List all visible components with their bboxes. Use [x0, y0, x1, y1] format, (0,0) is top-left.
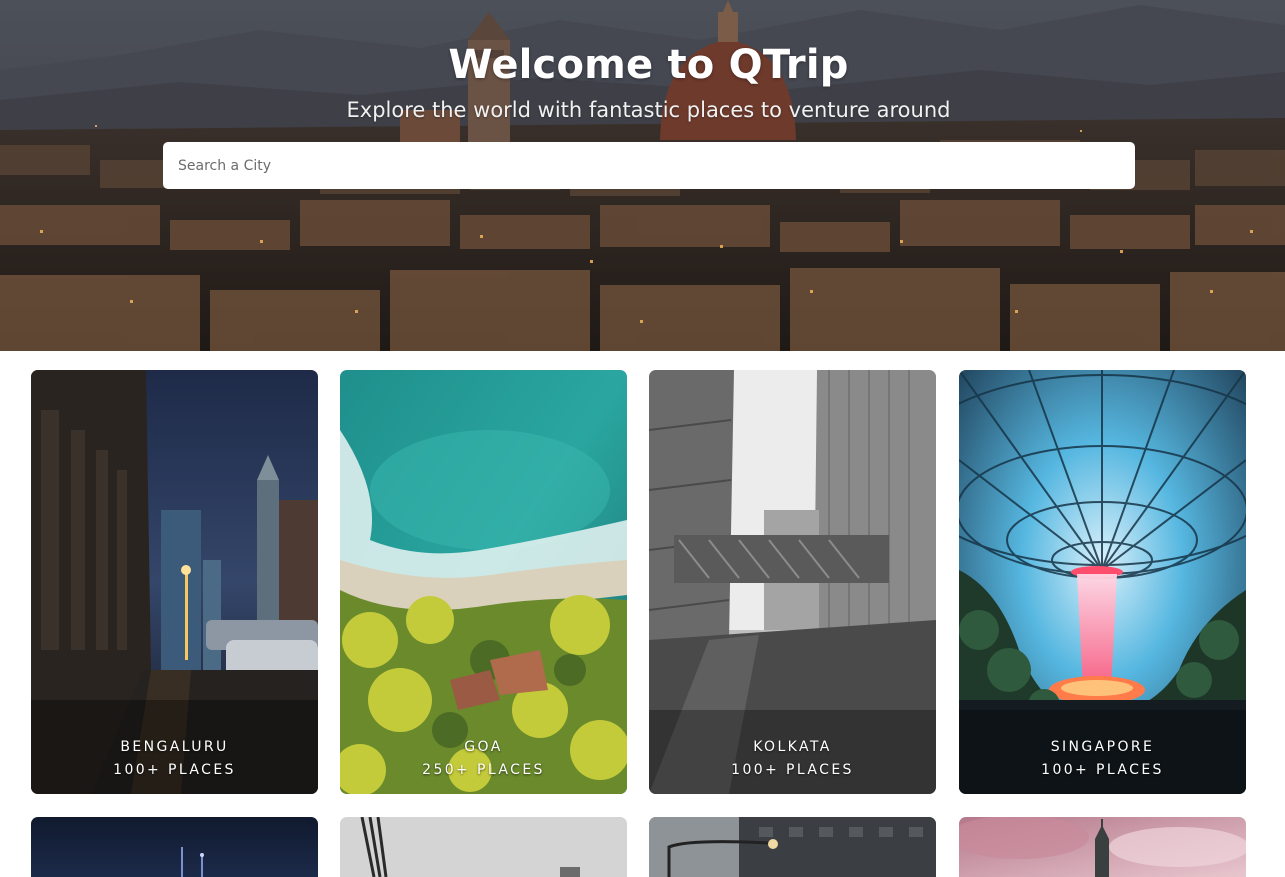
city-card-row2-3[interactable] — [649, 817, 936, 877]
city-image — [340, 817, 627, 877]
city-card-row2-4[interactable] — [959, 817, 1246, 877]
city-image — [649, 817, 936, 877]
city-image-kolkata — [649, 370, 936, 794]
city-caption: GOA 250+ PLACES — [340, 736, 627, 782]
city-card-row2-1[interactable] — [31, 817, 318, 877]
city-name: SINGAPORE — [1050, 739, 1155, 755]
city-image-bengaluru — [31, 370, 318, 794]
hero-subtitle: Explore the world with fantastic places … — [346, 98, 951, 122]
city-image — [31, 817, 318, 877]
city-places-count: 100+ PLACES — [113, 762, 236, 778]
city-places-count: 100+ PLACES — [731, 762, 854, 778]
city-name: KOLKATA — [753, 739, 832, 755]
city-image-goa — [340, 370, 627, 794]
hero-banner: Welcome to QTrip Explore the world with … — [0, 0, 1285, 351]
city-name: BENGALURU — [120, 739, 229, 755]
city-caption: KOLKATA 100+ PLACES — [649, 736, 936, 782]
city-card-kolkata[interactable]: KOLKATA 100+ PLACES — [649, 370, 936, 794]
city-card-singapore[interactable]: SINGAPORE 100+ PLACES — [959, 370, 1246, 794]
city-image-singapore — [959, 370, 1246, 794]
city-search-input[interactable] — [163, 142, 1135, 189]
city-places-count: 100+ PLACES — [1041, 762, 1164, 778]
city-card-row2-2[interactable] — [340, 817, 627, 877]
city-card-bengaluru[interactable]: BENGALURU 100+ PLACES — [31, 370, 318, 794]
city-places-count: 250+ PLACES — [422, 762, 545, 778]
city-name: GOA — [464, 739, 503, 755]
hero-title: Welcome to QTrip — [448, 42, 849, 88]
city-caption: SINGAPORE 100+ PLACES — [959, 736, 1246, 782]
city-card-goa[interactable]: GOA 250+ PLACES — [340, 370, 627, 794]
city-image — [959, 817, 1246, 877]
city-caption: BENGALURU 100+ PLACES — [31, 736, 318, 782]
